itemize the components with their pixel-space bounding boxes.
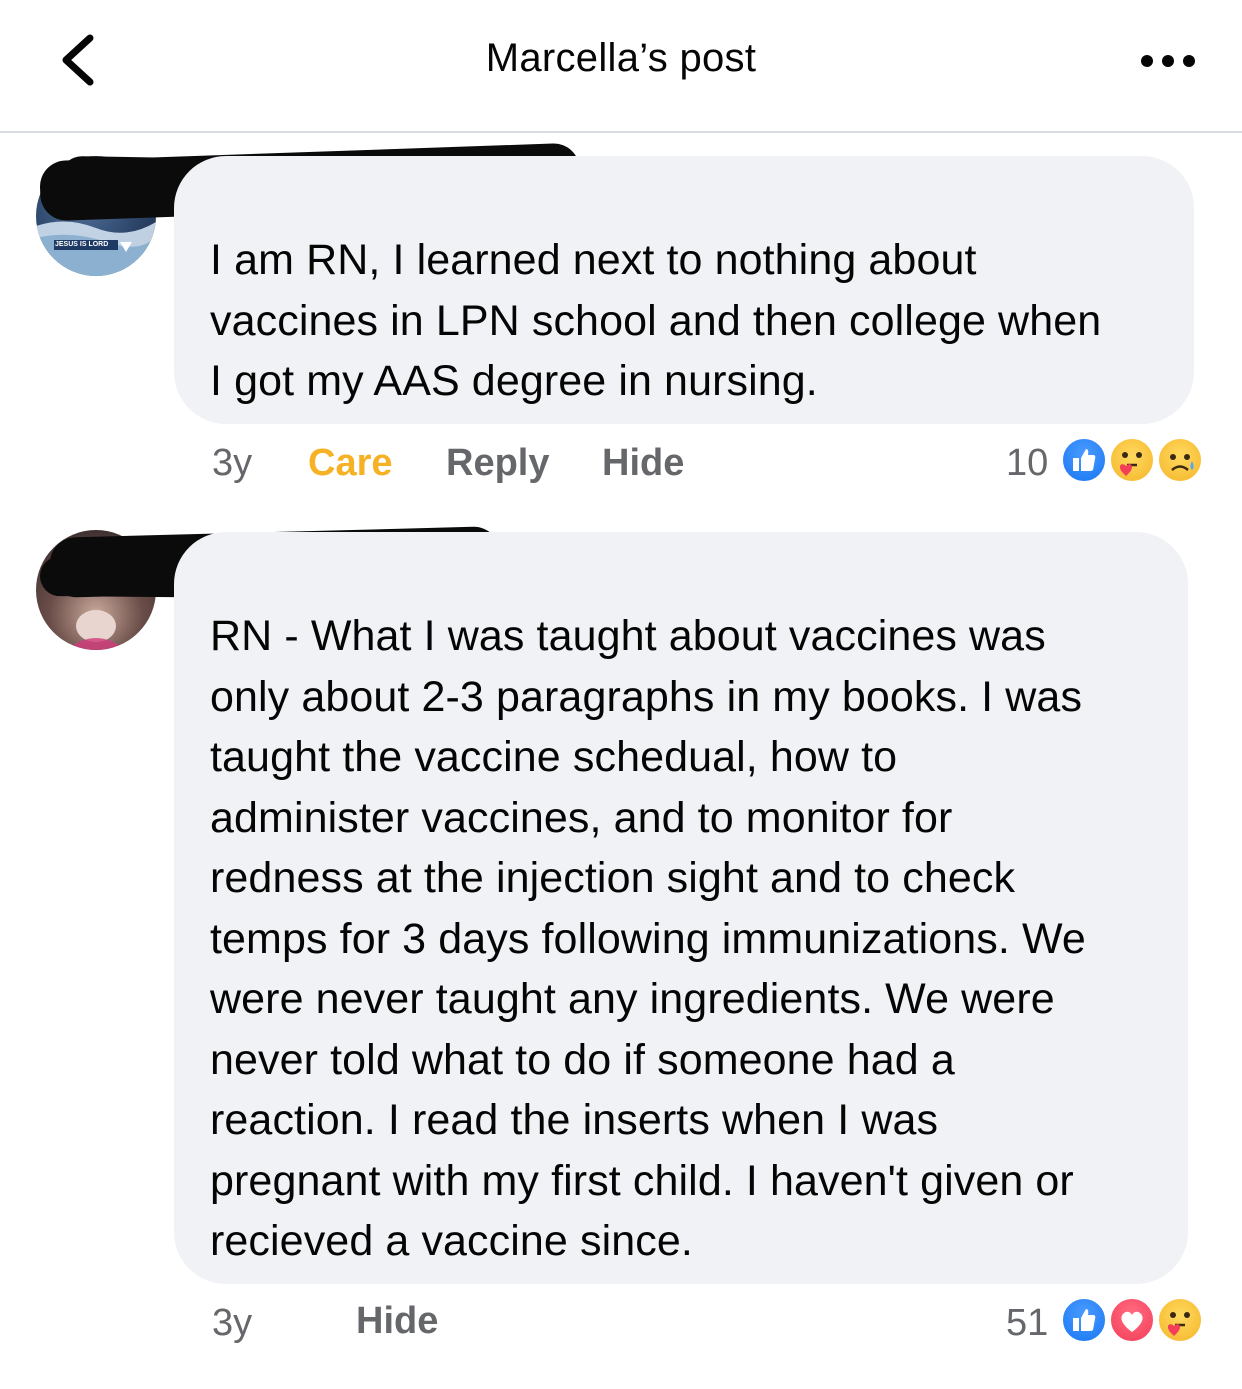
comment-time: 3y (212, 1302, 253, 1344)
love-reaction-icon (1108, 1296, 1156, 1344)
comment-bubble: RN - What I was taught about vaccines wa… (174, 532, 1188, 1284)
comment: RN - What I was taught about vaccines wa… (0, 0, 1242, 1389)
comment-text: RN - What I was taught about vaccines wa… (210, 612, 1086, 1265)
reaction-summary[interactable] (1060, 1296, 1210, 1346)
like-reaction-icon (1060, 1296, 1108, 1344)
care-reaction-icon (1156, 1296, 1204, 1344)
hide-button[interactable]: Hide (356, 1300, 438, 1343)
reaction-count[interactable]: 51 (1006, 1302, 1048, 1345)
